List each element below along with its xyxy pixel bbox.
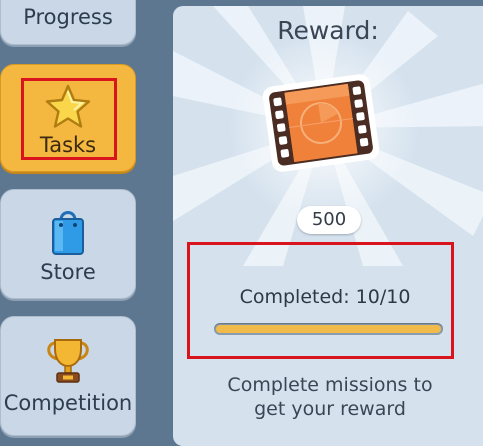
sidebar-item-label: Store (40, 260, 96, 284)
sidebar-item-label: Tasks (39, 133, 97, 157)
reward-panel: Reward: 500 Completed: 10/10 Complete mi… (173, 6, 483, 446)
film-reel-icon (257, 68, 385, 182)
trophy-icon (1, 337, 135, 385)
reward-title: Reward: (277, 16, 379, 45)
reward-description-text: Complete missions to get your reward (227, 374, 433, 420)
star-icon (1, 83, 135, 131)
sidebar-item-label: Progress (23, 5, 113, 29)
sidebar-item-label: Competition (3, 391, 133, 415)
sidebar: Progress Tasks Store Competition (0, 0, 152, 436)
completed-status: Completed: 10/10 (239, 286, 411, 308)
sidebar-item-competition[interactable]: Competition (0, 316, 136, 436)
progress-fill (216, 325, 441, 333)
shopping-bag-icon (1, 206, 135, 256)
reward-description: Complete missions to get your reward (173, 373, 483, 421)
reward-amount-badge: 500 (297, 206, 361, 234)
progress-bar (214, 323, 443, 335)
sidebar-item-tasks[interactable]: Tasks (0, 64, 136, 172)
sidebar-item-progress[interactable]: Progress (0, 0, 136, 45)
sidebar-item-store[interactable]: Store (0, 189, 136, 299)
